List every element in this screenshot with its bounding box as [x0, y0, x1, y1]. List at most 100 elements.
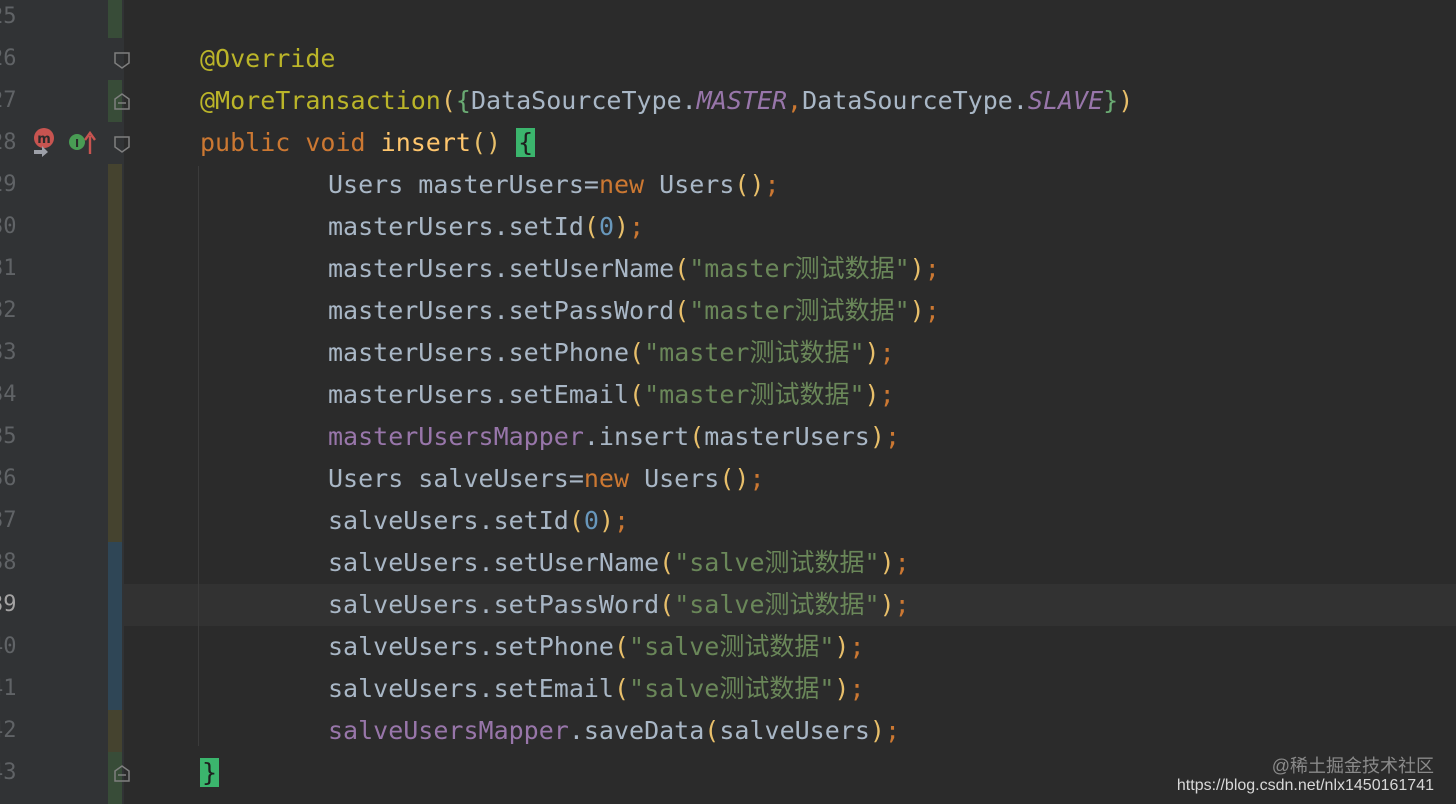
line-number: 36	[0, 466, 17, 491]
paren: (	[674, 296, 690, 325]
code-text: salveUsers	[719, 716, 870, 745]
line-number: 25	[0, 4, 17, 29]
code-line[interactable]: salveUsers.setEmail("salve测试数据");	[328, 668, 865, 710]
code-line[interactable]: masterUsers.setUserName("master测试数据");	[328, 248, 940, 290]
field-reference: salveUsersMapper	[328, 716, 569, 745]
paren: )	[909, 296, 925, 325]
paren: (	[659, 590, 675, 619]
line-number: 42	[0, 718, 17, 743]
code-text: Users	[644, 170, 735, 199]
semicolon: ;	[924, 254, 940, 283]
string-literal: "master测试数据"	[689, 296, 910, 325]
code-text: salveUsers.setUserName	[328, 548, 660, 577]
brace: {	[455, 86, 471, 115]
string-literal: "master测试数据"	[644, 380, 865, 409]
comma: ,	[787, 86, 803, 115]
fold-marker-icon[interactable]	[113, 135, 131, 153]
code-text: DataSourceType.	[470, 86, 697, 115]
paren: )	[864, 338, 880, 367]
code-line[interactable]: salveUsers.setPhone("salve测试数据");	[328, 626, 865, 668]
code-line[interactable]: masterUsers.setPassWord("master测试数据");	[328, 290, 940, 332]
brace: }	[1103, 86, 1119, 115]
paren: )	[834, 632, 850, 661]
line-number: 29	[0, 172, 17, 197]
paren: )	[864, 380, 880, 409]
paren: (	[704, 716, 720, 745]
keyword: new	[583, 464, 630, 493]
semicolon: ;	[849, 674, 865, 703]
code-text: salveUsers.setId	[328, 506, 569, 535]
code-line[interactable]: masterUsers.setEmail("master测试数据");	[328, 374, 895, 416]
code-line[interactable]: salveUsers.setId(0);	[328, 500, 629, 542]
keyword: public	[200, 128, 291, 157]
code-line[interactable]: Users masterUsers=new Users();	[328, 164, 780, 206]
code-text: masterUsers.setPassWord	[328, 296, 675, 325]
paren: (	[659, 548, 675, 577]
string-literal: "salve测试数据"	[629, 632, 835, 661]
fold-collapse-icon[interactable]	[113, 93, 131, 111]
line-number: 31	[0, 256, 17, 281]
vcs-modified-marker[interactable]	[108, 710, 122, 752]
paren: )	[598, 506, 615, 535]
paren: ()	[734, 170, 765, 199]
vcs-added-marker[interactable]	[108, 0, 122, 38]
indent-guide	[198, 166, 199, 746]
code-line-current[interactable]: salveUsers.setPassWord("salve测试数据");	[328, 584, 910, 626]
code-line[interactable]: @MoreTransaction({DataSourceType.MASTER,…	[200, 80, 1133, 122]
code-text: masterUsers.setPhone	[328, 338, 630, 367]
line-number: 33	[0, 340, 17, 365]
paren: (	[629, 338, 645, 367]
code-line[interactable]: masterUsers.setPhone("master测试数据");	[328, 332, 895, 374]
code-line[interactable]: masterUsersMapper.insert(masterUsers);	[328, 416, 900, 458]
line-number: 37	[0, 508, 17, 533]
enum-constant: MASTER	[696, 86, 788, 115]
keyword: void	[305, 128, 366, 157]
semicolon: ;	[884, 422, 900, 451]
line-number: 35	[0, 424, 17, 449]
fold-collapse-icon[interactable]	[113, 765, 131, 783]
paren: (	[674, 254, 690, 283]
method-name: insert	[380, 128, 471, 157]
implements-up-icon[interactable]: I	[68, 130, 98, 156]
svg-text:m: m	[37, 132, 51, 147]
keyword: new	[598, 170, 645, 199]
paren: )	[879, 548, 895, 577]
fold-marker-icon[interactable]	[113, 51, 131, 69]
line-number: 34	[0, 382, 17, 407]
paren: )	[909, 254, 925, 283]
brace-match-highlight: }	[200, 758, 220, 787]
paren: )	[869, 716, 885, 745]
string-literal: "salve测试数据"	[674, 548, 880, 577]
code-line[interactable]: salveUsersMapper.saveData(salveUsers);	[328, 710, 900, 752]
semicolon: ;	[764, 170, 780, 199]
paren: (	[629, 380, 645, 409]
line-number: 40	[0, 634, 17, 659]
code-line[interactable]: }	[200, 752, 220, 794]
paren: (	[583, 212, 599, 241]
method-override-icon[interactable]: m	[30, 126, 60, 158]
code-line[interactable]: salveUsers.setUserName("salve测试数据");	[328, 542, 910, 584]
line-number: 28	[0, 130, 17, 155]
code-line[interactable]: Users salveUsers=new Users();	[328, 458, 765, 500]
code-line[interactable]: public void insert() {	[200, 122, 536, 164]
editor-gutter: 25 26 27 28 29 30 31 32 33 34 35 36 37 3…	[0, 0, 130, 804]
semicolon: ;	[924, 296, 940, 325]
line-number: 43	[0, 760, 17, 785]
code-text: Users	[629, 464, 720, 493]
line-number-current: 39	[0, 592, 17, 617]
paren: (	[689, 422, 705, 451]
code-text: DataSourceType.	[802, 86, 1028, 115]
code-text: salveUsers.setPhone	[328, 632, 614, 661]
code-line[interactable]: masterUsers.setId(0);	[328, 206, 644, 248]
paren: (	[613, 632, 630, 661]
code-line[interactable]: @Override	[200, 38, 335, 80]
vcs-modified-marker[interactable]	[108, 164, 122, 542]
string-literal: "master测试数据"	[689, 254, 910, 283]
string-literal: "salve测试数据"	[674, 590, 880, 619]
paren: )	[879, 590, 895, 619]
semicolon: ;	[849, 632, 865, 661]
semicolon: ;	[614, 506, 630, 535]
svg-text:I: I	[75, 137, 79, 150]
vcs-changed-marker[interactable]	[108, 542, 122, 710]
brace-match-highlight: {	[516, 128, 536, 157]
